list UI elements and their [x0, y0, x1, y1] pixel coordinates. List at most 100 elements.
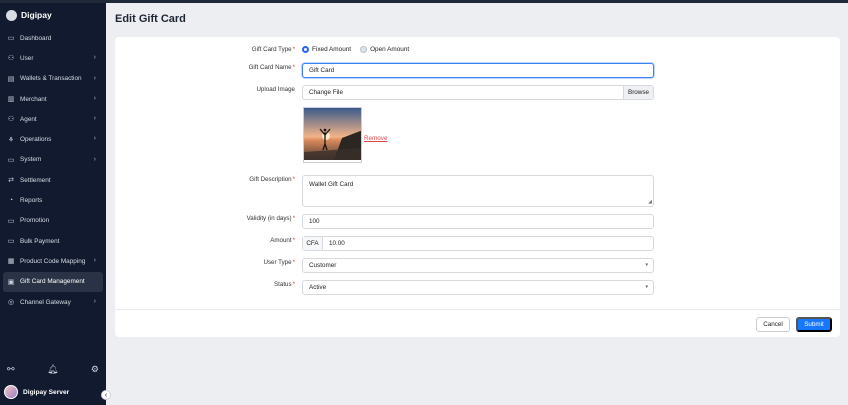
sidebar-item-label: System [20, 156, 42, 164]
sidebar-item-label: Wallets & Transaction [20, 75, 82, 83]
sidebar-item-label: Bulk Payment [20, 237, 60, 245]
submit-button[interactable]: Submit [796, 317, 832, 332]
sidebar-item-promotion[interactable]: ▭ Promotion [3, 211, 103, 231]
sidebar-item-reports[interactable]: ◔ Reports [3, 190, 103, 210]
gift-card-type-radio-group: Fixed Amount Open Amount [302, 46, 409, 53]
agent-icon: ⚇ [7, 116, 15, 124]
validity-value: 100 [309, 218, 320, 225]
remove-image-link[interactable]: Remove [364, 135, 387, 142]
network-icon[interactable]: ⚯ [7, 364, 15, 375]
sidebar-item-user[interactable]: ⚇ User › [3, 48, 103, 68]
radio-unchecked-icon [360, 46, 368, 53]
radio-fixed-amount[interactable]: Fixed Amount [302, 46, 351, 53]
sidebar-item-label: Product Code Mapping [20, 257, 86, 265]
monitor-icon: ▭ [7, 156, 15, 164]
mapping-icon: ▦ [7, 258, 15, 266]
sidebar-nav: ▭ Dashboard ⚇ User › ▤ Wallets & Transaction › ▥… [3, 28, 103, 312]
upload-image-input[interactable]: Change File Browse [302, 85, 654, 100]
gift-card-name-label: Gift Card Name* [248, 64, 295, 71]
sidebar-item-label: Agent [20, 115, 37, 123]
brand[interactable]: Digipay [6, 8, 52, 22]
amount-label: Amount* [270, 237, 295, 244]
status-value: Active [309, 284, 327, 291]
chevron-right-icon: › [93, 155, 96, 163]
sidebar-item-settlement[interactable]: ⇄ Settlement [3, 170, 103, 190]
page-title: Edit Gift Card [115, 13, 186, 25]
brand-logo-icon [6, 9, 17, 21]
gift-card-name-input[interactable]: Gift Card [302, 63, 654, 78]
sidebar-item-label: Dashboard [20, 34, 52, 42]
chevron-right-icon: › [93, 257, 96, 265]
chevron-down-icon: ▾ [645, 262, 648, 268]
form-footer-divider [115, 309, 840, 310]
resize-handle-icon[interactable]: ◢ [648, 199, 652, 205]
gear-icon[interactable]: ⚙ [91, 364, 99, 375]
sidebar-item-dashboard[interactable]: ▭ Dashboard [3, 28, 103, 48]
avatar [4, 385, 18, 399]
gift-description-value: Wallet Gift Card [309, 181, 354, 188]
gift-card-type-label: Gift Card Type* [251, 46, 295, 53]
user-type-select[interactable]: Customer ▾ [302, 258, 654, 273]
sidebar-item-label: Gift Card Management [20, 278, 85, 286]
validity-label: Validity (in days)* [246, 215, 295, 222]
user-profile[interactable]: Digipay Server [4, 385, 69, 399]
radio-fixed-amount-label: Fixed Amount [312, 46, 352, 53]
sidebar-collapse-button[interactable]: ‹ [101, 390, 111, 400]
amount-input-group: CFA 10.00 [302, 236, 654, 251]
gift-description-label: Gift Description* [249, 176, 295, 183]
sidebar-item-label: Reports [20, 197, 43, 205]
sidebar-item-label: User [20, 54, 34, 62]
user-name: Digipay Server [23, 388, 70, 396]
upload-image-label: Upload Image [256, 86, 295, 93]
sidebar-item-gift-card-management[interactable]: ▣ Gift Card Management [3, 271, 103, 292]
chevron-right-icon: › [93, 74, 96, 82]
brand-name: Digipay [21, 10, 52, 20]
amount-input[interactable]: 10.00 [323, 237, 345, 250]
radio-checked-icon [302, 46, 309, 53]
bulk-payment-icon: ▭ [7, 238, 15, 246]
upload-file-text: Change File [309, 89, 343, 96]
sidebar-item-bulk-payment[interactable]: ▭ Bulk Payment [3, 231, 103, 251]
sidebar-item-channel-gateway[interactable]: ◎ Channel Gateway › [3, 292, 103, 312]
gift-description-textarea[interactable]: Wallet Gift Card ◢ [302, 175, 654, 207]
transfer-icon: ⇄ [8, 177, 14, 185]
cancel-button[interactable]: Cancel [756, 317, 790, 332]
user-type-label: User Type* [263, 259, 295, 266]
sidebar-item-label: Channel Gateway [20, 298, 71, 306]
gift-icon: ▣ [7, 278, 15, 286]
browse-button[interactable]: Browse [623, 86, 653, 99]
user-icon: ⚇ [7, 55, 15, 63]
beach-photo-image [304, 108, 361, 162]
validity-input[interactable]: 100 [302, 214, 654, 229]
sidebar-item-label: Operations [20, 136, 52, 144]
chevron-right-icon: › [93, 135, 96, 143]
user-type-value: Customer [309, 262, 337, 269]
chevron-right-icon: › [93, 115, 96, 123]
gift-card-name-value: Gift Card [309, 67, 335, 74]
top-bar [0, 0, 848, 3]
status-label: Status* [274, 281, 295, 288]
sidebar-item-label: Promotion [20, 217, 50, 225]
currency-prefix: CFA [303, 237, 323, 250]
chevron-right-icon: › [93, 297, 96, 305]
gift-card-image-preview [303, 107, 362, 163]
reports-icon: ◔ [8, 197, 14, 205]
status-select[interactable]: Active ▾ [302, 280, 654, 295]
sidebar-item-label: Settlement [20, 176, 51, 184]
sidebar-item-agent[interactable]: ⚇ Agent › [3, 109, 103, 129]
sidebar-item-label: Merchant [20, 95, 47, 103]
sidebar-footer-icons: ⚯ 🔔︎ ⚙ [0, 364, 106, 375]
radio-open-amount[interactable]: Open Amount [360, 46, 409, 53]
chevron-right-icon: › [93, 94, 96, 102]
chevron-down-icon: ▾ [645, 284, 648, 290]
sidebar-item-wallets-transaction[interactable]: ▤ Wallets & Transaction › [3, 69, 103, 89]
sidebar-item-operations[interactable]: ⚘ Operations › [3, 129, 103, 149]
store-icon: ▥ [7, 96, 15, 104]
promotion-icon: ▭ [7, 217, 15, 225]
radio-open-amount-label: Open Amount [370, 46, 410, 53]
bell-icon[interactable]: 🔔︎ [47, 364, 58, 375]
sidebar: Digipay ▭ Dashboard ⚇ User › ▤ Wallets & Trans… [0, 3, 106, 405]
sidebar-item-system[interactable]: ▭ System › [3, 150, 103, 170]
sidebar-item-merchant[interactable]: ▥ Merchant › [3, 89, 103, 109]
sidebar-item-product-code-mapping[interactable]: ▦ Product Code Mapping › [3, 251, 103, 271]
